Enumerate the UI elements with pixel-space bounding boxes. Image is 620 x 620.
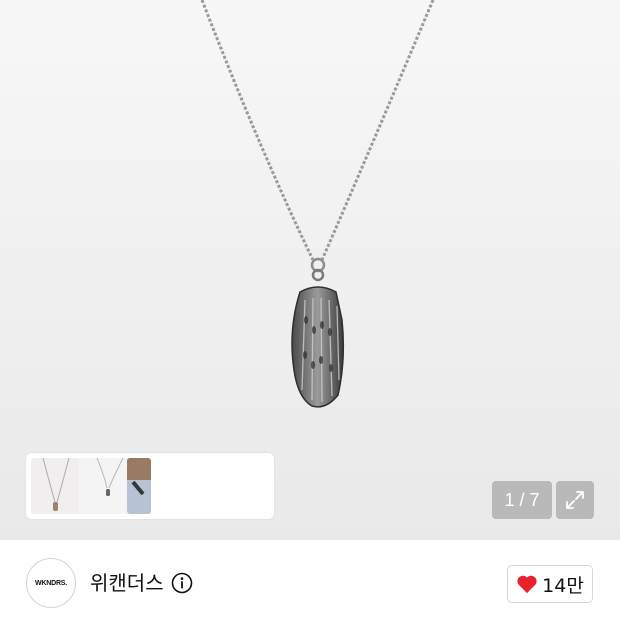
thumbnail-1[interactable]: [31, 458, 81, 514]
product-image-gallery[interactable]: 1 / 7: [0, 0, 620, 540]
thumbnail-2[interactable]: [79, 458, 129, 514]
thumbnail-necklace-icon: [96, 458, 124, 496]
thumbnail-strip: [26, 453, 274, 519]
like-button[interactable]: 14만: [507, 565, 593, 603]
brand-logo[interactable]: WKNDRS.: [26, 558, 76, 608]
thumbnail-necklace-icon: [42, 458, 70, 511]
image-counter: 1 / 7: [492, 481, 552, 519]
like-count: 14만: [542, 574, 584, 597]
brand-name[interactable]: 위캔더스: [90, 569, 164, 597]
brand-logo-text: WKNDRS.: [34, 579, 68, 587]
info-icon[interactable]: [171, 572, 193, 594]
expand-button[interactable]: [556, 481, 594, 519]
expand-icon: [566, 491, 584, 509]
heart-icon: [517, 575, 537, 594]
thumbnail-photo-icon: [127, 458, 151, 514]
thumbnail-3[interactable]: [127, 458, 151, 514]
